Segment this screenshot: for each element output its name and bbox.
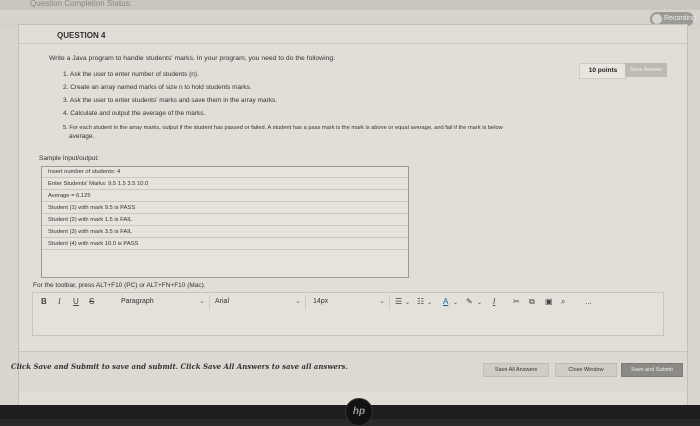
more-options-icon[interactable]: ... [585,297,592,306]
question-card: QUESTION 4 Write a Java program to handl… [11,24,688,405]
footer-bar: Click Save and Submit to save and submit… [11,351,687,392]
save-all-answers-button[interactable]: Save All Answers [483,363,549,377]
recording-label: Recording [664,15,696,22]
bullet-list-icon[interactable]: ☰ [395,297,402,306]
chevron-down-icon[interactable]: ⌄ [427,299,432,306]
clear-format-icon[interactable]: I [493,297,495,306]
sample-line: Student (3) with mark 3.5 is FAIL [42,227,408,238]
sample-line: Student (1) with mark 9.5 is PASS [42,203,408,214]
size-select[interactable]: 14px ⌄ [309,295,390,310]
bold-button[interactable]: B [41,297,47,306]
chevron-down-icon[interactable]: ⌄ [453,299,458,306]
step-5: 5. For each student in the array marks, … [63,125,503,131]
answer-textarea[interactable] [32,313,664,336]
question-prompt: Write a Java program to handle students'… [49,55,336,62]
hp-logo: hp [345,398,373,426]
window-title: Question Completion Status: [30,0,132,8]
italic-button[interactable]: I [58,297,61,306]
sample-line: Student (2) with mark 1.5 is FAIL [42,215,408,226]
step-4: 4. Calculate and output the average of t… [63,110,206,117]
chevron-down-icon: ⌄ [199,298,205,305]
question-title: QUESTION 4 [57,31,106,40]
highlight-icon[interactable]: ✎ [466,297,473,306]
step-2: 2. Create an array named marks of size n… [63,84,252,91]
points-badge: 10 points [579,63,627,79]
step-1: 1. Ask the user to enter number of stude… [63,71,199,78]
paste-icon[interactable]: ▣ [545,297,553,306]
underline-button[interactable]: U [73,297,79,306]
step-5-cont: average. [69,133,95,140]
sample-label: Sample Input/output: [39,155,99,162]
sample-line: Average = 6.125 [42,191,408,202]
chevron-down-icon: ⌄ [379,298,385,305]
size-value: 14px [313,298,329,305]
close-window-button[interactable]: Close Window [555,363,617,377]
screen-page: { "window": {"title": "Question Completi… [0,0,700,426]
font-select[interactable]: Arial ⌄ [211,295,306,310]
save-answer-button[interactable]: Save Answer [625,63,667,77]
chevron-down-icon[interactable]: ⌄ [405,299,410,306]
search-icon[interactable]: ⌕ [561,297,565,307]
paragraph-select[interactable]: Paragraph ⌄ [117,295,210,310]
sample-output-box: Insert number of students: 4 Enter Stude… [41,166,409,278]
record-icon [652,14,662,24]
question-header: QUESTION 4 [19,25,687,44]
footer-message: Click Save and Submit to save and submit… [11,362,348,371]
step-3: 3. Ask the user to enter students' marks… [63,97,278,104]
numbered-list-icon[interactable]: ☷ [417,297,424,306]
sample-line: Student (4) with mark 10.0 is PASS [42,239,408,250]
editor-toolbar: B I U S Paragraph ⌄ Arial ⌄ 14px ⌄ ☰ ⌄ ☷… [32,292,664,314]
toolbar-hint: For the toolbar, press ALT+F10 (PC) or A… [33,282,206,289]
browser-screen: Question Completion Status: Recording QU… [0,0,700,405]
sample-line: Enter Students' Marks: 9.5 1.5 3.5 10.0 [42,179,408,190]
sample-line: Insert number of students: 4 [42,167,408,178]
copy-icon[interactable]: ⧉ [529,297,535,307]
strikethrough-button[interactable]: S [89,297,94,306]
chevron-down-icon: ⌄ [295,298,301,305]
chevron-down-icon[interactable]: ⌄ [477,299,482,306]
cut-icon[interactable]: ✂ [513,297,520,306]
save-and-submit-button[interactable]: Save and Submit [621,363,683,377]
text-color-icon[interactable]: A [443,297,448,306]
font-value: Arial [215,298,230,305]
paragraph-value: Paragraph [121,298,154,305]
